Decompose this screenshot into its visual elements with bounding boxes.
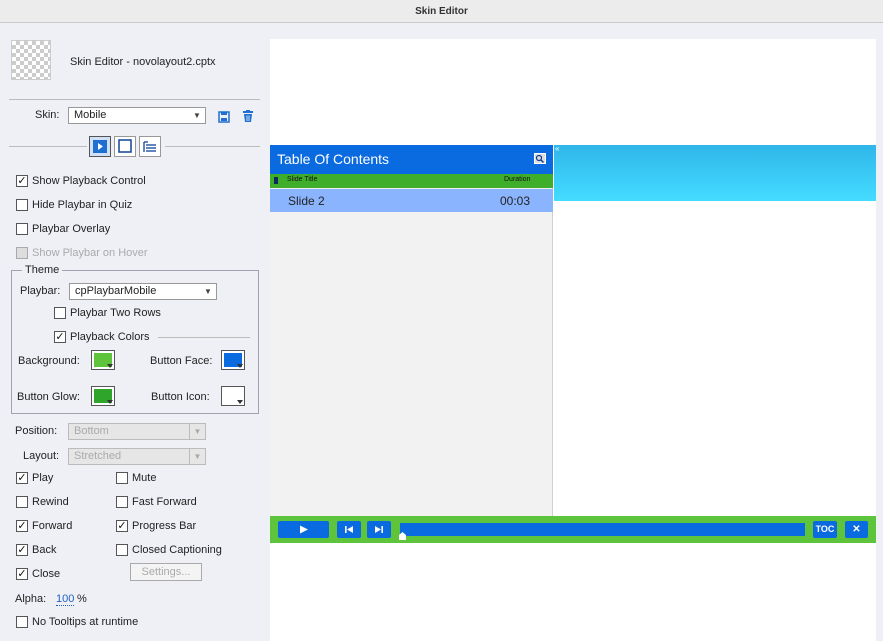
two-rows-label: Playbar Two Rows bbox=[70, 307, 161, 319]
search-icon[interactable] bbox=[534, 153, 546, 164]
playbar-label: Playbar: bbox=[20, 285, 61, 297]
play-button[interactable] bbox=[278, 521, 329, 538]
divider bbox=[158, 337, 250, 338]
no-tooltips-label: No Tooltips at runtime bbox=[32, 616, 139, 628]
alpha-input[interactable]: 100 bbox=[56, 593, 75, 606]
toc-row-duration: 00:03 bbox=[500, 194, 531, 208]
divider bbox=[9, 99, 260, 100]
background-label: Background: bbox=[18, 355, 80, 367]
toc-header: Table Of Contents bbox=[270, 145, 553, 174]
chevron-down-icon: ▼ bbox=[204, 287, 212, 296]
toc-title: Table Of Contents bbox=[277, 151, 390, 167]
preview-area: Table Of Contents « Slide Title Duration… bbox=[270, 23, 883, 641]
layout-select[interactable]: Stretched ▼ bbox=[68, 448, 206, 465]
divider bbox=[165, 146, 260, 147]
tab-borders[interactable] bbox=[114, 136, 136, 157]
close-checkbox[interactable]: ✓ bbox=[16, 568, 28, 580]
position-select[interactable]: Bottom ▼ bbox=[68, 423, 206, 440]
alpha-unit: % bbox=[77, 593, 87, 605]
skin-thumbnail bbox=[11, 40, 51, 80]
progress-bar-label: Progress Bar bbox=[132, 520, 197, 532]
progress-thumb[interactable] bbox=[399, 531, 406, 540]
chevron-down-icon: ▼ bbox=[193, 111, 201, 120]
show-playbar-hover-label: Show Playbar on Hover bbox=[32, 247, 148, 259]
play-checkbox[interactable]: ✓ bbox=[16, 472, 28, 484]
close-label: Close bbox=[32, 568, 61, 580]
forward-checkbox[interactable]: ✓ bbox=[16, 520, 28, 532]
toc-col-duration: Duration bbox=[504, 176, 531, 183]
back-label: Back bbox=[32, 544, 57, 556]
playback-colors-checkbox[interactable]: ✓ bbox=[54, 331, 66, 343]
rewind-checkbox[interactable] bbox=[16, 496, 28, 508]
tab-toc[interactable] bbox=[139, 136, 161, 157]
alpha-label: Alpha: bbox=[15, 593, 47, 605]
toc-col-title: Slide Title bbox=[287, 176, 318, 183]
fast-forward-label: Fast Forward bbox=[132, 496, 197, 508]
collapse-icon[interactable]: « bbox=[555, 145, 563, 153]
bookmark-icon bbox=[274, 177, 278, 184]
chevron-down-icon: ▼ bbox=[189, 424, 205, 439]
mute-checkbox[interactable] bbox=[116, 472, 128, 484]
project-label: Skin Editor - novolayout2.cptx bbox=[70, 56, 216, 68]
theme-legend: Theme bbox=[22, 264, 63, 276]
playbar-overlay-label: Playbar Overlay bbox=[32, 223, 111, 235]
progress-bar[interactable] bbox=[400, 523, 805, 536]
hide-playbar-quiz-label: Hide Playbar in Quiz bbox=[32, 199, 133, 211]
button-face-color-swatch[interactable] bbox=[221, 350, 245, 370]
button-glow-color-swatch[interactable] bbox=[91, 386, 115, 406]
hide-playbar-quiz-checkbox[interactable] bbox=[16, 199, 28, 211]
mute-label: Mute bbox=[132, 472, 157, 484]
playbar-select[interactable]: cpPlaybarMobile ▼ bbox=[69, 283, 217, 300]
settings-button[interactable]: Settings... bbox=[130, 563, 202, 581]
rewind-label: Rewind bbox=[32, 496, 69, 508]
fast-forward-checkbox[interactable] bbox=[116, 496, 128, 508]
save-icon[interactable] bbox=[218, 111, 230, 123]
chevron-down-icon: ▼ bbox=[189, 449, 205, 464]
progress-bar-checkbox[interactable]: ✓ bbox=[116, 520, 128, 532]
button-face-label: Button Face: bbox=[150, 355, 213, 367]
slide-banner bbox=[554, 145, 876, 201]
layout-label: Layout: bbox=[23, 450, 60, 462]
show-playback-control-checkbox[interactable]: ✓ bbox=[16, 175, 28, 187]
forward-label: Forward bbox=[32, 520, 73, 532]
skin-label: Skin: bbox=[35, 109, 60, 121]
back-checkbox[interactable]: ✓ bbox=[16, 544, 28, 556]
two-rows-checkbox[interactable] bbox=[54, 307, 66, 319]
window-title: Skin Editor bbox=[0, 0, 883, 23]
background-color-swatch[interactable] bbox=[91, 350, 115, 370]
button-glow-label: Button Glow: bbox=[17, 391, 80, 403]
closed-captioning-label: Closed Captioning bbox=[132, 544, 222, 556]
playbar-select-value: cpPlaybarMobile bbox=[75, 285, 157, 297]
close-button[interactable]: ✕ bbox=[845, 521, 868, 538]
position-label: Position: bbox=[15, 425, 58, 437]
skin-select[interactable]: Mobile ▼ bbox=[68, 107, 206, 124]
layout-select-value: Stretched bbox=[74, 450, 122, 462]
trash-icon[interactable] bbox=[242, 110, 254, 123]
back-button[interactable] bbox=[337, 521, 361, 538]
position-select-value: Bottom bbox=[74, 425, 109, 437]
settings-panel: Skin Editor - novolayout2.cptx Skin: Mob… bbox=[0, 23, 270, 641]
toc-row-title: Slide 2 bbox=[288, 194, 325, 208]
toc-column-header: Slide Title Duration bbox=[270, 174, 553, 188]
show-playback-control-label: Show Playback Control bbox=[32, 175, 146, 187]
button-icon-label: Button Icon: bbox=[151, 391, 210, 403]
playback-colors-label: Playback Colors bbox=[70, 331, 150, 343]
toc-row[interactable]: Slide 2 00:03 bbox=[270, 189, 553, 212]
show-playbar-hover-checkbox[interactable] bbox=[16, 247, 28, 259]
toc-button[interactable]: TOC bbox=[813, 521, 837, 538]
play-label: Play bbox=[32, 472, 54, 484]
playbar-overlay-checkbox[interactable] bbox=[16, 223, 28, 235]
forward-button[interactable] bbox=[367, 521, 391, 538]
closed-captioning-checkbox[interactable] bbox=[116, 544, 128, 556]
button-icon-color-swatch[interactable] bbox=[221, 386, 245, 406]
no-tooltips-checkbox[interactable] bbox=[16, 616, 28, 628]
divider bbox=[9, 146, 87, 147]
tab-playback[interactable] bbox=[89, 136, 111, 157]
skin-select-value: Mobile bbox=[74, 109, 107, 121]
